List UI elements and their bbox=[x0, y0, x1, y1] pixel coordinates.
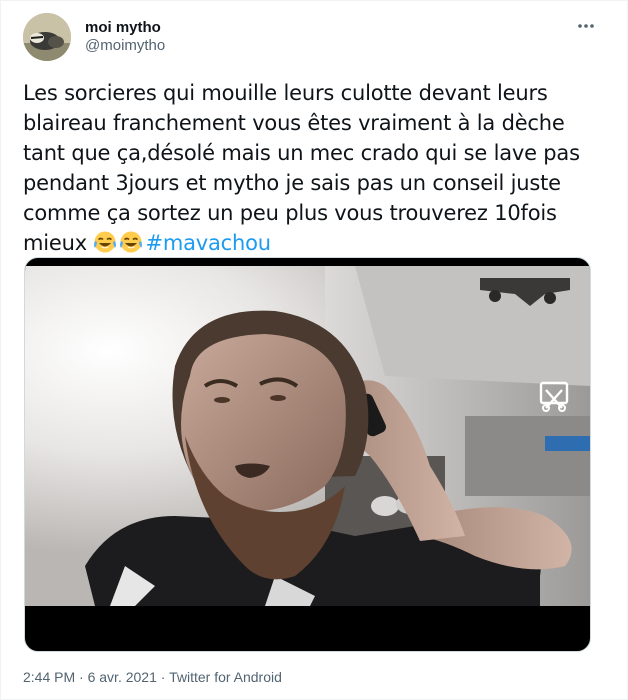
tweet-text-line: pendant 3jours et mytho je sais pas un c… bbox=[23, 171, 561, 195]
tweet-text-line-last: mieux #mavachou bbox=[23, 228, 598, 258]
picture-in-picture-icon bbox=[539, 381, 569, 412]
tweet-text: Les sorcieres qui mouille leurs culotte … bbox=[23, 78, 598, 258]
more-options-button[interactable] bbox=[575, 15, 597, 37]
author-handle[interactable]: @moimytho bbox=[85, 37, 165, 55]
tweet-text-line: blaireau franchement vous êtes vraiment … bbox=[23, 111, 565, 135]
avatar[interactable] bbox=[23, 13, 71, 61]
hashtag-link[interactable]: #mavachou bbox=[145, 231, 271, 255]
tweet-time[interactable]: 2:44 PM bbox=[23, 669, 75, 685]
face-with-tears-of-joy-icon bbox=[120, 231, 143, 253]
tweet-meta: 2:44 PM · 6 avr. 2021 · Twitter for Andr… bbox=[23, 669, 282, 685]
tweet-source[interactable]: Twitter for Android bbox=[169, 669, 282, 685]
author-display-name[interactable]: moi mytho bbox=[85, 19, 165, 37]
face-with-tears-of-joy-icon bbox=[94, 231, 117, 253]
tweet-text-line: comme ça sortez un peu plus vous trouver… bbox=[23, 201, 557, 225]
author-names: moi mytho @moimytho bbox=[85, 19, 165, 55]
video-thumbnail bbox=[25, 266, 590, 606]
tweet-card: moi mytho @moimytho Les sorcieres qui mo… bbox=[0, 0, 628, 700]
meta-separator: · bbox=[156, 669, 170, 685]
picture-in-picture-button[interactable] bbox=[536, 378, 572, 414]
tweet-header: moi mytho @moimytho bbox=[23, 13, 605, 61]
tweet-text-fragment: mieux bbox=[23, 231, 94, 255]
video-frame[interactable] bbox=[25, 266, 590, 606]
video-player[interactable] bbox=[24, 257, 591, 652]
tweet-text-line: Les sorcieres qui mouille leurs culotte … bbox=[23, 81, 548, 105]
meta-separator: · bbox=[75, 669, 88, 685]
tweet-date[interactable]: 6 avr. 2021 bbox=[88, 669, 157, 685]
tweet-text-line: tant que ça,désolé mais un mec crado qui… bbox=[23, 141, 580, 165]
more-horizontal-icon bbox=[578, 24, 594, 28]
